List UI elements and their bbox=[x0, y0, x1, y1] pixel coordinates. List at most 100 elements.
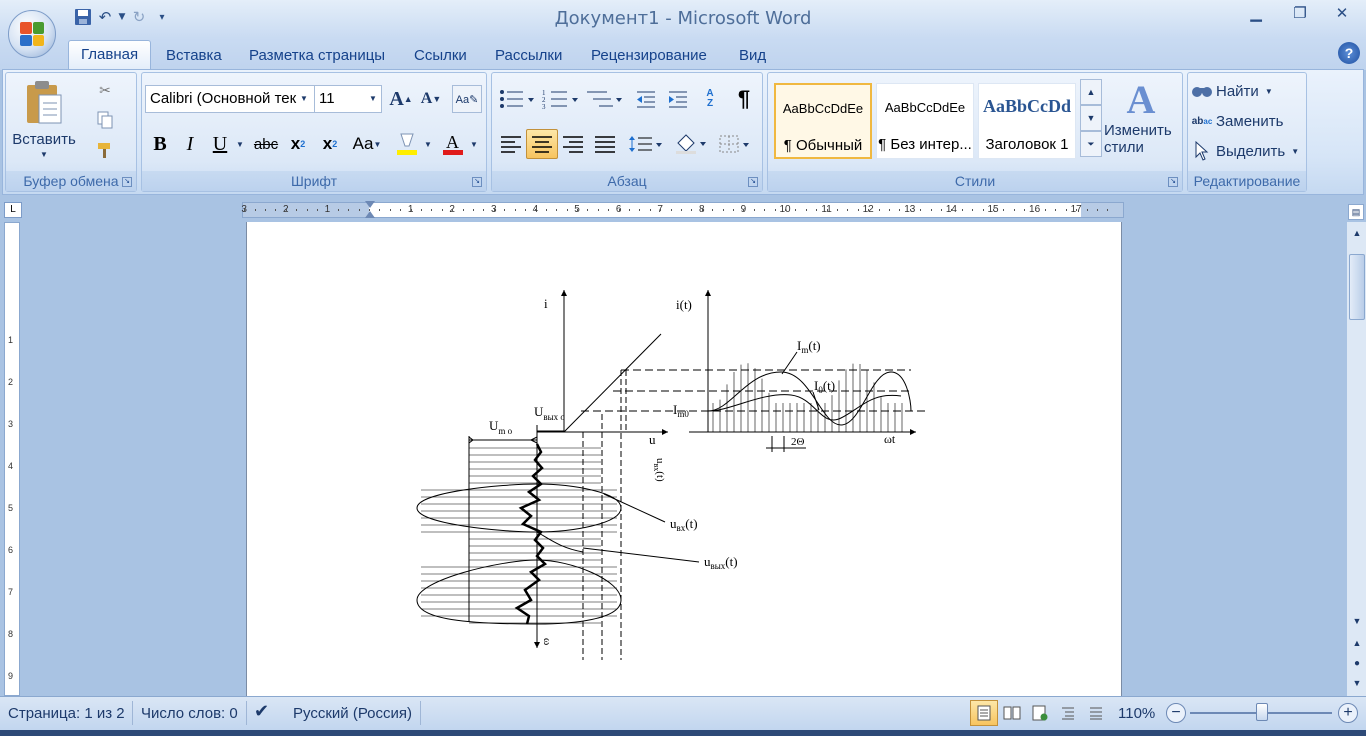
styles-group-label: Стили bbox=[768, 171, 1182, 191]
tab-page-layout[interactable]: Разметка страницы bbox=[237, 46, 397, 70]
font-color-dropdown-icon[interactable]: ▼ bbox=[468, 137, 480, 151]
styles-scroll-down-icon[interactable]: ▼ bbox=[1080, 105, 1102, 131]
change-styles-icon[interactable]: A bbox=[1118, 77, 1164, 122]
align-left-icon[interactable] bbox=[496, 129, 526, 159]
office-button[interactable] bbox=[8, 10, 56, 58]
paste-icon[interactable] bbox=[16, 77, 72, 127]
decrease-indent-icon[interactable] bbox=[632, 85, 660, 113]
numbering-icon[interactable]: 123 bbox=[540, 85, 582, 113]
vertical-ruler[interactable]: 12345678910 bbox=[4, 222, 20, 723]
close-button[interactable]: ✕ bbox=[1322, 2, 1362, 24]
tab-references[interactable]: Ссылки bbox=[402, 46, 479, 70]
align-right-icon[interactable] bbox=[558, 129, 588, 159]
spelling-icon[interactable]: ✔ bbox=[254, 701, 269, 722]
clear-formatting-icon[interactable]: Aa✎ bbox=[452, 85, 482, 113]
style-no-spacing[interactable]: AaBbCcDdEe ¶ Без интер... bbox=[876, 83, 974, 159]
grow-font-icon[interactable]: A ▲ bbox=[388, 85, 414, 113]
shrink-font-icon[interactable]: A ▼ bbox=[418, 85, 444, 113]
font-size-dropdown-icon[interactable]: ▼ bbox=[366, 91, 380, 105]
paste-dropdown-icon[interactable]: ▼ bbox=[36, 149, 52, 159]
cut-icon[interactable]: ✂ bbox=[94, 79, 116, 101]
borders-icon[interactable] bbox=[716, 129, 756, 159]
browse-object-icon[interactable]: ● bbox=[1349, 658, 1365, 674]
highlight-dropdown-icon[interactable]: ▼ bbox=[422, 137, 434, 151]
superscript-icon[interactable]: x2 bbox=[316, 129, 344, 159]
styles-scroll-up-icon[interactable]: ▲ bbox=[1080, 79, 1102, 105]
zoom-out-icon[interactable]: − bbox=[1166, 703, 1186, 723]
font-launcher-icon[interactable]: ↘ bbox=[472, 177, 482, 187]
zoom-level[interactable]: 110% bbox=[1118, 705, 1155, 722]
minimize-button[interactable]: ▁ bbox=[1236, 2, 1276, 24]
subscript-icon[interactable]: x2 bbox=[284, 129, 312, 159]
bullets-icon[interactable] bbox=[496, 85, 538, 113]
tab-view[interactable]: Вид bbox=[727, 46, 778, 70]
style-normal[interactable]: AaBbCcDdEe ¶ Обычный bbox=[774, 83, 872, 159]
page-count[interactable]: Страница: 1 из 2 bbox=[8, 705, 125, 722]
format-painter-icon[interactable] bbox=[94, 139, 116, 161]
hanging-indent-icon[interactable] bbox=[365, 211, 375, 218]
zoom-slider-thumb[interactable] bbox=[1256, 703, 1268, 721]
scroll-up-icon[interactable]: ▲ bbox=[1349, 228, 1365, 244]
bold-icon[interactable]: B bbox=[146, 129, 174, 159]
multilevel-list-icon[interactable] bbox=[584, 85, 626, 113]
paragraph-launcher-icon[interactable]: ↘ bbox=[748, 177, 758, 187]
select-button[interactable]: Выделить ▼ bbox=[1216, 139, 1304, 163]
word-count[interactable]: Число слов: 0 bbox=[141, 705, 238, 722]
copy-icon[interactable] bbox=[94, 109, 116, 131]
strikethrough-icon[interactable]: abc bbox=[250, 129, 282, 159]
style-heading-1[interactable]: AaBbCcDd Заголовок 1 bbox=[978, 83, 1076, 159]
tab-selector[interactable]: L bbox=[4, 202, 22, 218]
sort-icon[interactable]: AZ bbox=[696, 85, 724, 113]
outline-icon[interactable] bbox=[1054, 700, 1082, 726]
styles-launcher-icon[interactable]: ↘ bbox=[1168, 177, 1178, 187]
scroll-down-icon[interactable]: ▼ bbox=[1349, 616, 1365, 632]
justify-icon[interactable] bbox=[590, 129, 620, 159]
increase-indent-icon[interactable] bbox=[664, 85, 692, 113]
highlight-icon[interactable] bbox=[394, 129, 420, 159]
ruler-tick bbox=[317, 209, 318, 211]
show-formatting-icon[interactable]: ¶ bbox=[730, 85, 758, 113]
font-name-input[interactable]: Calibri (Основной тек bbox=[145, 85, 315, 113]
replace-icon[interactable]: ab ac bbox=[1190, 109, 1214, 133]
tab-insert[interactable]: Вставка bbox=[154, 46, 234, 70]
tab-review[interactable]: Рецензирование bbox=[579, 46, 719, 70]
tab-home[interactable]: Главная bbox=[68, 40, 152, 70]
web-layout-icon[interactable] bbox=[1026, 700, 1054, 726]
select-icon[interactable] bbox=[1190, 139, 1214, 163]
ruler-tick bbox=[753, 209, 755, 211]
clipboard-launcher-icon[interactable]: ↘ bbox=[122, 177, 132, 187]
prev-page-icon[interactable]: ▲ bbox=[1349, 638, 1365, 654]
shading-icon[interactable] bbox=[672, 129, 712, 159]
align-center-icon[interactable] bbox=[526, 129, 558, 159]
change-case-icon[interactable]: Aa ▼ bbox=[348, 129, 386, 159]
replace-button[interactable]: Заменить bbox=[1216, 109, 1300, 133]
scroll-thumb[interactable] bbox=[1349, 254, 1365, 320]
zoom-in-icon[interactable]: + bbox=[1338, 703, 1358, 723]
clipboard-group-label: Буфер обмена bbox=[6, 171, 136, 191]
find-icon[interactable] bbox=[1190, 79, 1214, 103]
restore-button[interactable]: ❐ bbox=[1280, 2, 1320, 24]
print-layout-icon[interactable] bbox=[970, 700, 998, 726]
document-page[interactable]: i i(t) Im(t) I0(t) Im0 Uвых o Um o u uвх… bbox=[246, 222, 1122, 696]
change-styles-button[interactable]: Изменить стили bbox=[1104, 122, 1180, 156]
horizontal-ruler[interactable]: 3211234567891011121314151617 bbox=[241, 201, 1124, 218]
paste-button[interactable]: Вставить bbox=[12, 129, 76, 149]
full-screen-reading-icon[interactable] bbox=[998, 700, 1026, 726]
font-name-dropdown-icon[interactable]: ▼ bbox=[297, 91, 311, 105]
first-line-indent-icon[interactable] bbox=[365, 201, 375, 208]
italic-icon[interactable]: I bbox=[176, 129, 204, 159]
underline-icon[interactable]: U bbox=[206, 129, 234, 159]
help-icon[interactable]: ? bbox=[1338, 42, 1360, 64]
next-page-icon[interactable]: ▼ bbox=[1349, 678, 1365, 694]
view-ruler-icon[interactable]: ▤ bbox=[1348, 204, 1364, 220]
vertical-scrollbar[interactable]: ▲ ▼ ▲ ● ▼ bbox=[1346, 222, 1366, 696]
draft-icon[interactable] bbox=[1082, 700, 1110, 726]
styles-more-icon[interactable]: ⏷ bbox=[1080, 131, 1102, 157]
tab-mailings[interactable]: Рассылки bbox=[483, 46, 574, 70]
font-color-icon[interactable]: A bbox=[440, 129, 466, 159]
find-button[interactable]: Найти ▼ bbox=[1216, 79, 1296, 103]
styles-group: AaBbCcDdEe ¶ Обычный AaBbCcDdEe ¶ Без ин… bbox=[767, 72, 1183, 192]
line-spacing-icon[interactable] bbox=[626, 129, 666, 159]
language[interactable]: Русский (Россия) bbox=[293, 705, 412, 722]
underline-dropdown-icon[interactable]: ▼ bbox=[234, 137, 246, 151]
